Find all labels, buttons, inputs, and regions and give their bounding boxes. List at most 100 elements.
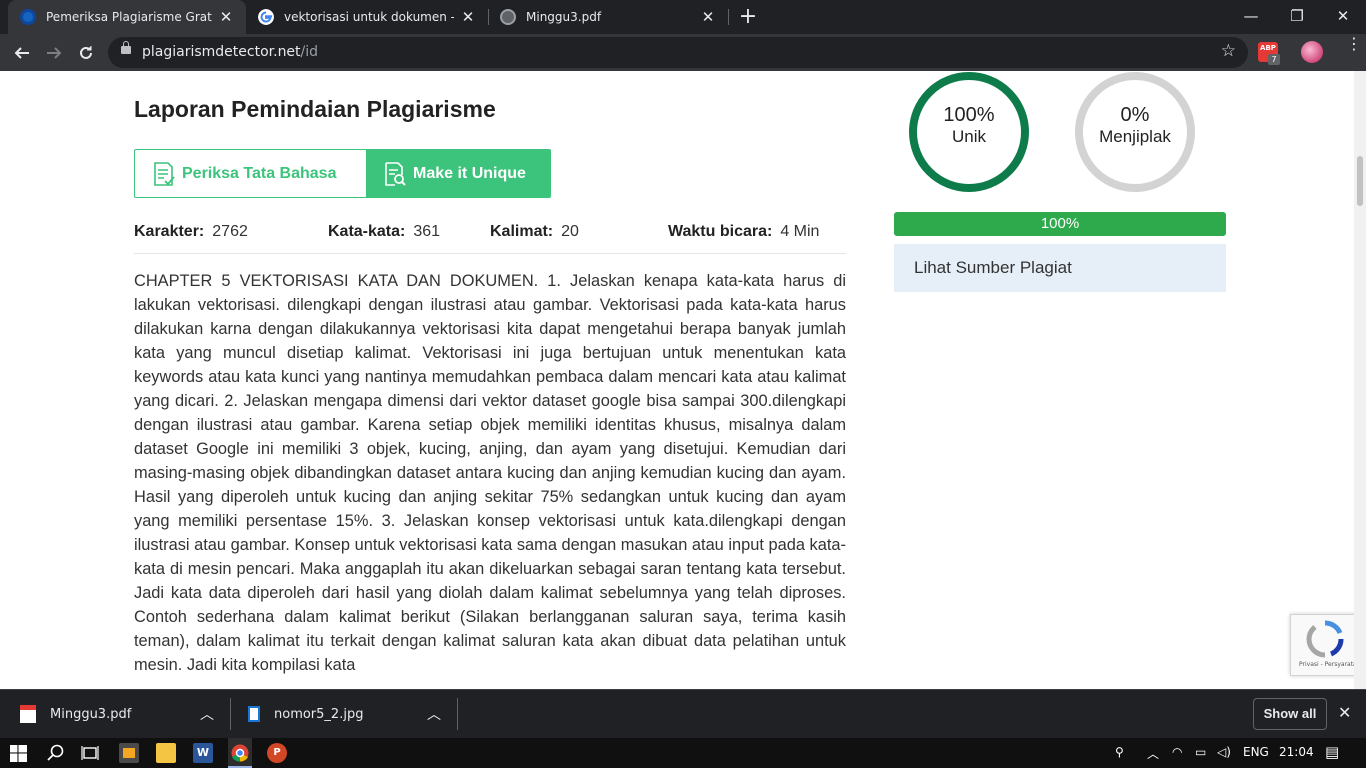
image-file-icon xyxy=(248,706,260,722)
unique-label: Unik xyxy=(951,127,986,146)
tab-title: Pemeriksa Plagiarisme Gratis | Ak xyxy=(46,10,212,24)
arrow-right-icon xyxy=(47,47,62,59)
globe-icon xyxy=(500,9,516,25)
download-item-pdf[interactable]: Minggu3.pdf xyxy=(20,690,131,738)
new-tab-button[interactable]: + xyxy=(736,4,760,30)
windows-start-icon[interactable] xyxy=(10,745,27,762)
forward-button[interactable] xyxy=(40,39,68,67)
task-view-icon[interactable] xyxy=(80,743,100,763)
tab-title: Minggu3.pdf xyxy=(526,10,602,24)
profile-avatar[interactable] xyxy=(1301,41,1323,63)
stat-label: Waktu bicara: xyxy=(668,223,773,240)
bookmark-star-icon[interactable]: ☆ xyxy=(1221,41,1236,61)
page-title: Laporan Pemindaian Plagiarisme xyxy=(134,96,496,122)
stat-speaking-time: Waktu bicara: 4 Min xyxy=(668,223,819,241)
close-tab-icon[interactable]: ✕ xyxy=(700,8,716,26)
close-download-shelf-icon[interactable]: ✕ xyxy=(1338,703,1351,722)
chevron-up-icon[interactable]: ︿ xyxy=(200,704,214,724)
browser-tab-strip: Pemeriksa Plagiarisme Gratis | Ak ✕ vekt… xyxy=(0,0,1366,34)
close-tab-icon[interactable]: ✕ xyxy=(218,8,234,26)
word-icon[interactable]: W xyxy=(193,743,213,763)
stat-label: Karakter: xyxy=(134,223,205,240)
make-unique-label: Make it Unique xyxy=(413,164,526,182)
wifi-icon[interactable]: ◠ xyxy=(1172,745,1182,759)
make-unique-button[interactable]: Make it Unique xyxy=(367,149,551,198)
stat-value: 20 xyxy=(561,223,579,240)
battery-icon[interactable]: ▭ xyxy=(1195,745,1206,759)
plagiarism-label: Menjiplak xyxy=(1099,127,1171,146)
sublime-text-icon[interactable] xyxy=(119,743,139,763)
download-filename: nomor5_2.jpg xyxy=(274,706,364,722)
stat-value: 361 xyxy=(413,223,441,240)
recaptcha-icon xyxy=(1306,620,1344,658)
download-item-jpg[interactable]: nomor5_2.jpg xyxy=(248,690,363,738)
plagiarism-score-ring: 0% Menjiplak xyxy=(1075,72,1195,192)
divider xyxy=(230,698,231,730)
chrome-icon xyxy=(231,744,249,762)
extension-badge: 7 xyxy=(1268,54,1280,65)
chevron-up-icon[interactable]: ︿ xyxy=(427,704,441,724)
stat-label: Kata-kata: xyxy=(328,223,406,240)
scanned-text: CHAPTER 5 VEKTORISASI KATA DAN DOKUMEN. … xyxy=(134,272,846,674)
chrome-taskbar-button[interactable] xyxy=(228,738,252,768)
notifications-icon[interactable]: ▤ xyxy=(1325,743,1339,761)
document-check-icon xyxy=(154,161,175,186)
stat-value: 2762 xyxy=(212,223,248,240)
text-statistics: Karakter: 2762 Kata-kata: 361 Kalimat: 20 W… xyxy=(134,223,846,247)
tab-pdf[interactable]: Minggu3.pdf ✕ xyxy=(488,0,728,34)
volume-icon[interactable]: ◁) xyxy=(1217,745,1231,759)
language-indicator[interactable]: ENG xyxy=(1243,745,1269,759)
close-tab-icon[interactable]: ✕ xyxy=(460,8,476,26)
plagiarism-percent: 0% xyxy=(1120,104,1150,126)
reload-icon xyxy=(80,46,92,59)
recaptcha-links[interactable]: Privasi - Persyaratan xyxy=(1299,661,1361,668)
document-search-icon xyxy=(385,161,406,186)
download-shelf: Minggu3.pdf ︿ nomor5_2.jpg ︿ Show all ✕ xyxy=(0,689,1366,738)
maximize-button[interactable]: ❐ xyxy=(1274,0,1320,34)
windows-taskbar: W P ⚲ ︿ ◠ ▭ ◁) ENG 21:04 ▤ xyxy=(0,738,1366,768)
url-host: plagiarismdetector.net xyxy=(142,44,301,60)
people-icon[interactable]: ⚲ xyxy=(1115,745,1124,759)
divider xyxy=(134,253,846,254)
search-icon[interactable] xyxy=(46,743,66,763)
tab-plagiarism-checker[interactable]: Pemeriksa Plagiarisme Gratis | Ak ✕ xyxy=(8,0,246,34)
tab-google-search[interactable]: vektorisasi untuk dokumen - Goo ✕ xyxy=(246,0,488,34)
unique-score-ring: 100% Unik xyxy=(909,72,1029,192)
stat-characters: Karakter: 2762 xyxy=(134,223,248,241)
url-path: /id xyxy=(300,44,319,60)
powerpoint-icon[interactable]: P xyxy=(267,743,287,763)
pdf-file-icon xyxy=(20,705,36,723)
stat-sentences: Kalimat: 20 xyxy=(490,223,579,241)
back-button[interactable] xyxy=(8,39,36,67)
unique-percent: 100% xyxy=(943,104,995,126)
site-favicon-icon xyxy=(20,9,36,25)
view-plagiarism-sources-button[interactable]: Lihat Sumber Plagiat xyxy=(894,244,1226,292)
uniqueness-progress-bar: 100% xyxy=(894,212,1226,236)
tab-title: vektorisasi untuk dokumen - Goo xyxy=(284,10,454,24)
show-hidden-icons-chevron-icon[interactable]: ︿ xyxy=(1147,745,1159,762)
minimize-button[interactable]: — xyxy=(1228,0,1274,34)
url-text[interactable]: plagiarismdetector.net/id xyxy=(142,44,318,60)
arrow-left-icon xyxy=(14,47,29,59)
stat-value: 4 Min xyxy=(780,223,820,240)
page-content: Laporan Pemindaian Plagiarisme Periksa T… xyxy=(0,71,1366,689)
address-bar[interactable]: plagiarismdetector.net/id ☆ xyxy=(108,37,1248,68)
stat-label: Kalimat: xyxy=(490,223,554,240)
system-clock[interactable]: 21:04 xyxy=(1279,745,1314,759)
google-favicon-icon xyxy=(258,9,274,25)
close-window-button[interactable]: ✕ xyxy=(1320,0,1366,34)
sublime-logo xyxy=(123,748,135,758)
reload-button[interactable] xyxy=(72,39,100,67)
check-grammar-button[interactable]: Periksa Tata Bahasa xyxy=(134,149,367,198)
tab-separator xyxy=(728,9,729,25)
download-filename: Minggu3.pdf xyxy=(50,706,132,722)
lock-icon xyxy=(121,41,131,54)
menu-kebab-icon[interactable]: ⋮ xyxy=(1346,36,1362,52)
stat-words: Kata-kata: 361 xyxy=(328,223,440,241)
scrollbar-thumb[interactable] xyxy=(1357,156,1363,206)
file-explorer-icon[interactable] xyxy=(156,743,176,763)
divider xyxy=(457,698,458,730)
check-grammar-label: Periksa Tata Bahasa xyxy=(182,164,337,182)
show-all-downloads-button[interactable]: Show all xyxy=(1253,698,1327,730)
browser-toolbar: plagiarismdetector.net/id ☆ xyxy=(0,34,1366,71)
